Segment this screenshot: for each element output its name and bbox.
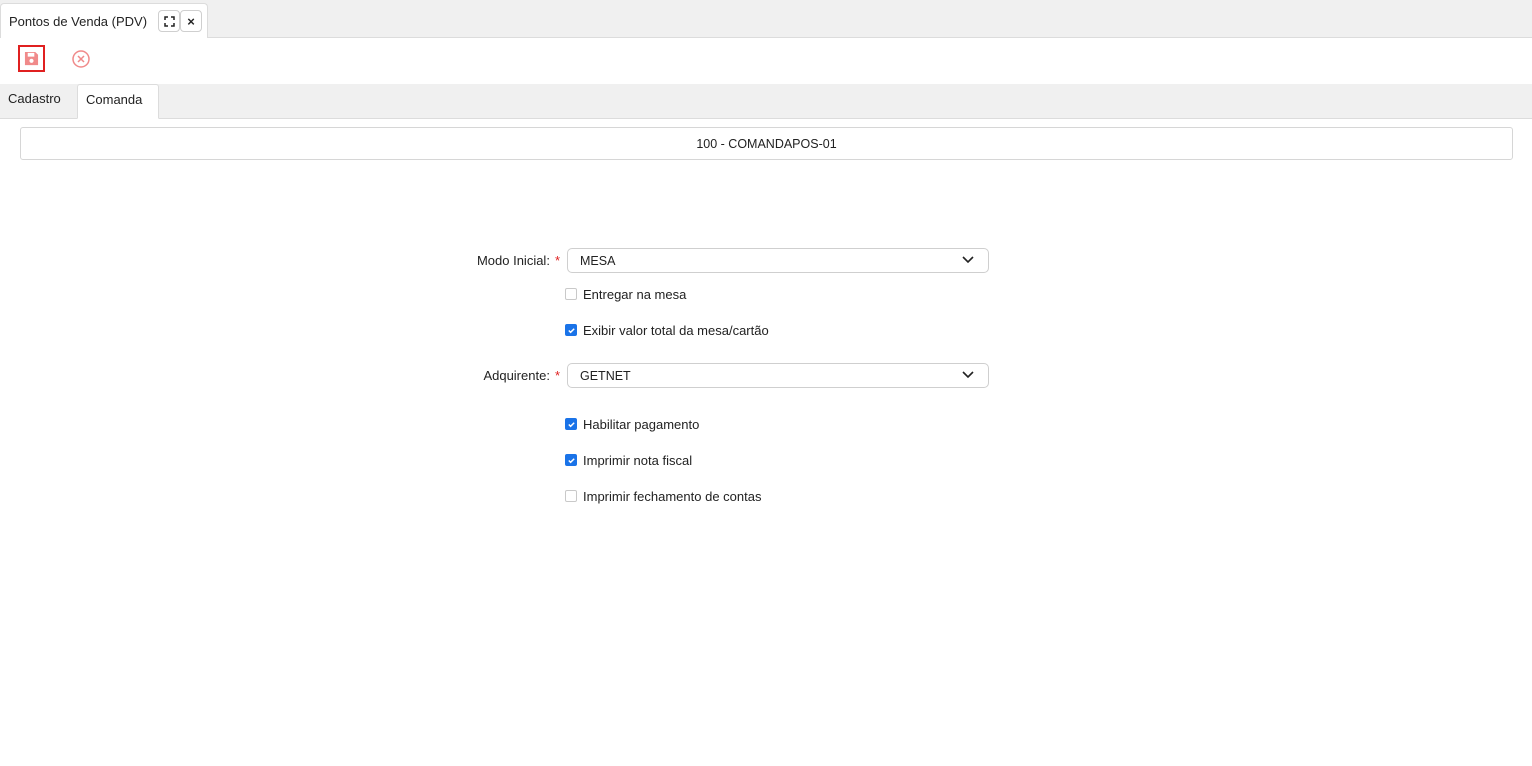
maximize-icon (163, 15, 175, 27)
checkbox-entregar-na-mesa[interactable]: Entregar na mesa (565, 286, 686, 302)
adquirente-label-text: Adquirente: (483, 368, 550, 383)
window-tabbar: Pontos de Venda (PDV) × (0, 0, 1532, 38)
adquirente-label: Adquirente: * (440, 368, 560, 383)
adquirente-select[interactable]: GETNET (567, 363, 989, 388)
chevron-down-icon (962, 371, 974, 379)
toolbar (0, 38, 1532, 84)
checkbox-box[interactable] (565, 288, 577, 300)
window-tab-title: Pontos de Venda (PDV) (9, 14, 148, 29)
checkbox-label: Imprimir nota fiscal (583, 452, 693, 468)
checkbox-box[interactable] (565, 324, 577, 336)
required-mark: * (554, 253, 560, 268)
checkbox-label: Exibir valor total da mesa/cartão (583, 322, 769, 338)
maximize-button[interactable] (158, 10, 180, 32)
modo-inicial-label-text: Modo Inicial: (476, 253, 550, 268)
modo-inicial-label: Modo Inicial: * (440, 253, 560, 268)
modo-inicial-select[interactable]: MESA (567, 248, 989, 273)
checkbox-habilitar-pagamento[interactable]: Habilitar pagamento (565, 416, 699, 432)
checkbox-label: Imprimir fechamento de contas (583, 488, 762, 504)
checkbox-box[interactable] (565, 418, 577, 430)
checkbox-imprimir-fechamento-de-contas[interactable]: Imprimir fechamento de contas (565, 488, 761, 504)
check-icon (567, 457, 575, 463)
form-tabs: Cadastro Comanda (0, 84, 1532, 119)
adquirente-value: GETNET (580, 369, 631, 383)
check-icon (567, 327, 575, 333)
checkbox-label: Entregar na mesa (583, 286, 687, 302)
close-tab-button[interactable]: × (180, 10, 202, 32)
checkbox-box[interactable] (565, 490, 577, 502)
check-icon (567, 421, 575, 427)
save-icon (24, 51, 39, 66)
checkbox-label: Habilitar pagamento (583, 416, 700, 432)
cancel-icon (72, 50, 90, 68)
window-tab-pdv[interactable]: Pontos de Venda (PDV) × (0, 3, 208, 38)
close-icon: × (187, 13, 195, 29)
checkbox-imprimir-nota-fiscal[interactable]: Imprimir nota fiscal (565, 452, 692, 468)
tab-comanda[interactable]: Comanda (77, 84, 159, 119)
chevron-down-icon (962, 256, 974, 264)
save-button[interactable] (18, 45, 45, 72)
cancel-button[interactable] (70, 48, 92, 70)
tab-cadastro[interactable]: Cadastro (0, 84, 77, 119)
checkbox-exibir-valor-total[interactable]: Exibir valor total da mesa/cartão (565, 322, 769, 338)
checkbox-box[interactable] (565, 454, 577, 466)
required-mark: * (554, 368, 560, 383)
modo-inicial-value: MESA (580, 254, 616, 268)
record-title: 100 - COMANDAPOS-01 (20, 127, 1513, 160)
